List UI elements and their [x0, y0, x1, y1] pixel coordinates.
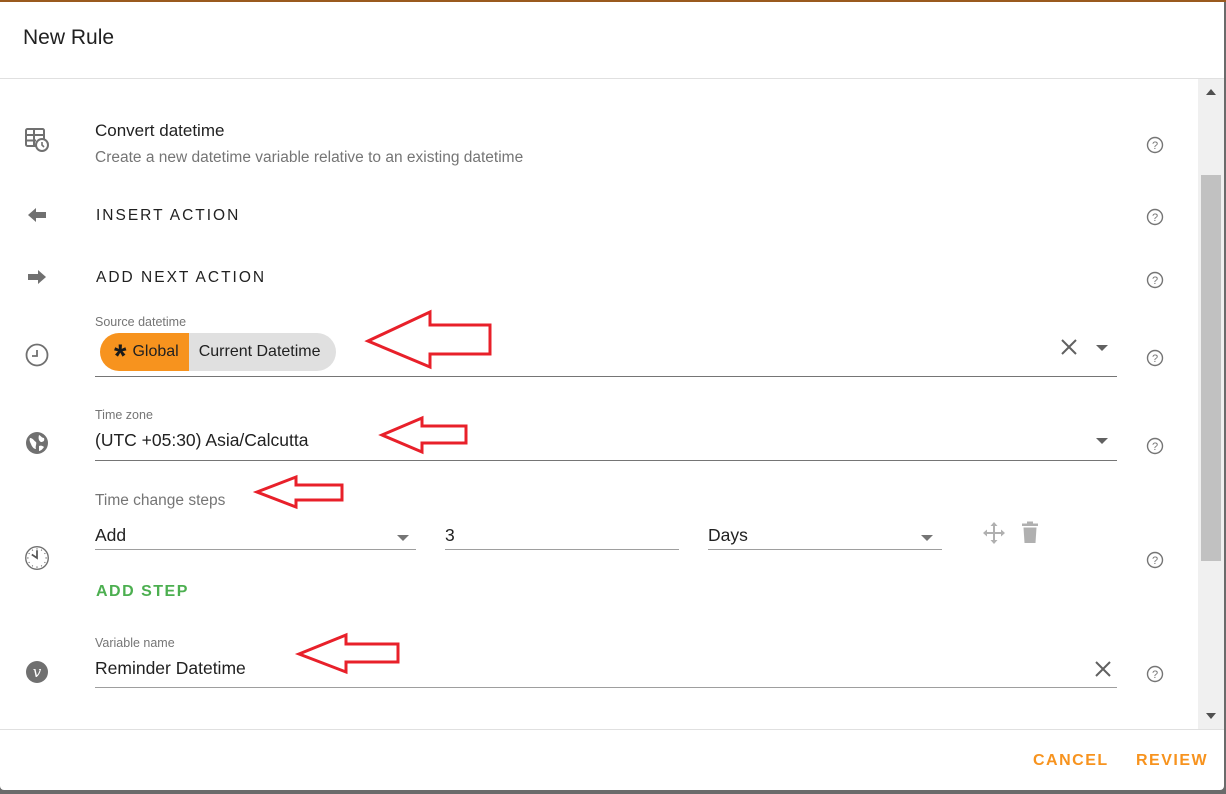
- asterisk-icon: *: [114, 338, 127, 371]
- svg-text:?: ?: [1152, 441, 1158, 453]
- help-icon[interactable]: ?: [1146, 437, 1164, 455]
- variable-name-input[interactable]: Reminder Datetime: [95, 658, 246, 679]
- step-operation-caret[interactable]: [397, 535, 409, 541]
- source-dropdown-caret[interactable]: [1096, 345, 1108, 351]
- chip-scope-label: Global: [132, 343, 179, 360]
- source-datetime-chip[interactable]: * Global Current Datetime: [100, 333, 336, 371]
- globe-icon: [24, 430, 50, 456]
- step-unit-caret[interactable]: [921, 535, 933, 541]
- move-handle-icon[interactable]: [982, 521, 1006, 550]
- annotation-arrow: [364, 309, 492, 370]
- source-datetime-label: Source datetime: [95, 315, 187, 329]
- dialog-footer: CANCEL REVIEW: [0, 729, 1224, 790]
- review-button[interactable]: REVIEW: [1136, 752, 1208, 770]
- svg-text:?: ?: [1152, 212, 1158, 224]
- clock-outline-icon: [24, 342, 50, 368]
- clear-variable-name-button[interactable]: [1093, 659, 1113, 684]
- step-unit-underline: [708, 549, 942, 550]
- help-icon[interactable]: ?: [1146, 551, 1164, 569]
- step-operation-underline: [95, 549, 416, 550]
- new-rule-dialog: New Rule Convert datetime Create a new d…: [0, 2, 1224, 790]
- step-unit-select[interactable]: Days: [708, 525, 748, 546]
- annotation-arrow: [252, 474, 344, 510]
- time-change-steps-label: Time change steps: [95, 492, 226, 509]
- variable-icon: v: [24, 659, 50, 685]
- step-operation-select[interactable]: Add: [95, 525, 126, 546]
- content-scrollbar[interactable]: [1198, 79, 1224, 729]
- action-description: Create a new datetime variable relative …: [95, 149, 524, 166]
- source-datetime-underline: [95, 376, 1117, 377]
- svg-text:?: ?: [1152, 353, 1158, 365]
- help-icon[interactable]: ?: [1146, 208, 1164, 226]
- add-next-action-button[interactable]: ADD NEXT ACTION: [96, 269, 266, 287]
- step-amount-input[interactable]: 3: [445, 525, 455, 546]
- time-zone-label: Time zone: [95, 408, 153, 422]
- scroll-down-arrow-icon[interactable]: [1206, 713, 1216, 719]
- variable-name-label: Variable name: [95, 636, 175, 650]
- dialog-content: Convert datetime Create a new datetime v…: [0, 79, 1198, 729]
- clear-source-button[interactable]: [1059, 337, 1079, 362]
- arrow-left-icon: [24, 202, 50, 228]
- step-amount-underline: [445, 549, 679, 550]
- time-zone-underline: [95, 460, 1117, 461]
- dialog-title: New Rule: [23, 26, 115, 49]
- variable-name-underline: [95, 687, 1117, 688]
- table-clock-icon: [24, 127, 50, 153]
- svg-text:?: ?: [1152, 555, 1158, 567]
- insert-action-button[interactable]: INSERT ACTION: [96, 207, 240, 225]
- help-icon[interactable]: ?: [1146, 136, 1164, 154]
- clock-icon: [24, 545, 50, 571]
- help-icon[interactable]: ?: [1146, 349, 1164, 367]
- arrow-right-icon: [24, 264, 50, 290]
- delete-step-icon[interactable]: [1020, 521, 1040, 550]
- cancel-button[interactable]: CANCEL: [1033, 752, 1109, 770]
- chip-value: Current Datetime: [188, 333, 336, 371]
- time-zone-dropdown-caret[interactable]: [1096, 438, 1108, 444]
- svg-text:?: ?: [1152, 275, 1158, 287]
- action-title: Convert datetime: [95, 121, 225, 140]
- dialog-header: New Rule: [0, 2, 1224, 79]
- svg-text:v: v: [33, 663, 42, 681]
- add-step-button[interactable]: ADD STEP: [96, 583, 189, 601]
- scroll-thumb[interactable]: [1201, 175, 1221, 561]
- svg-text:?: ?: [1152, 669, 1158, 681]
- time-zone-select[interactable]: (UTC +05:30) Asia/Calcutta: [95, 430, 309, 451]
- help-icon[interactable]: ?: [1146, 271, 1164, 289]
- annotation-arrow: [294, 632, 400, 675]
- scroll-up-arrow-icon[interactable]: [1206, 89, 1216, 95]
- chip-scope: * Global: [100, 333, 189, 371]
- help-icon[interactable]: ?: [1146, 665, 1164, 683]
- svg-text:?: ?: [1152, 140, 1158, 152]
- annotation-arrow: [378, 415, 468, 455]
